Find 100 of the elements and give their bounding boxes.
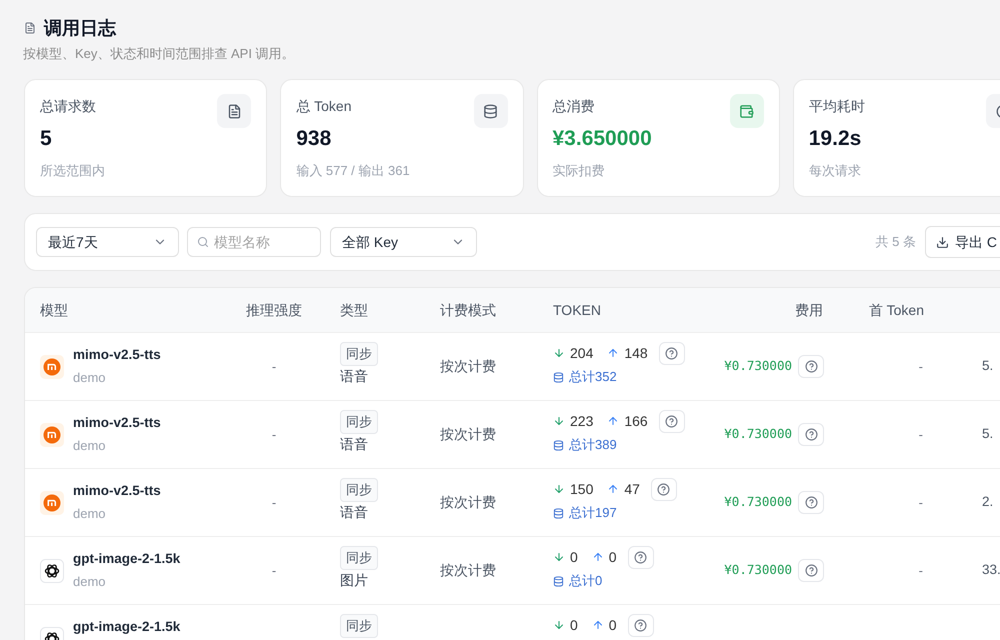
type-text: 图片 xyxy=(340,571,368,590)
mode-badge: 同步 xyxy=(340,478,378,502)
mode-badge: 同步 xyxy=(340,342,378,366)
search-icon xyxy=(197,236,209,248)
input-token-count: 204 xyxy=(570,344,594,362)
billing-mode-text: 按次计费 xyxy=(440,357,496,376)
group-name: demo xyxy=(73,573,107,591)
round-logo-icon xyxy=(40,355,64,379)
arrow-down-icon xyxy=(553,619,565,631)
help-button[interactable] xyxy=(798,491,824,514)
group-name: demo xyxy=(73,505,107,523)
help-icon xyxy=(657,482,670,496)
column-header: 类型 xyxy=(340,300,368,320)
search-field[interactable]: 模型名称 xyxy=(187,227,321,257)
cost-amount: ¥0.730000 xyxy=(724,357,792,376)
arrow-down-icon xyxy=(553,415,565,427)
output-token-count: 0 xyxy=(608,548,617,566)
cost-amount: ¥0.730000 xyxy=(724,493,792,512)
column-header: 费用 xyxy=(795,300,823,320)
database-icon xyxy=(553,440,564,450)
duration-text: 5. xyxy=(982,357,994,376)
help-icon xyxy=(804,360,818,373)
cost-amount: ¥0.730000 xyxy=(724,561,792,580)
effort-text: - xyxy=(272,562,276,580)
range-select[interactable]: 最近7天 xyxy=(36,227,179,257)
help-button[interactable] xyxy=(650,478,677,500)
mode-badge: 同步 xyxy=(340,546,378,570)
stat-note: 实际扣费 xyxy=(552,162,604,180)
effort-text: - xyxy=(272,494,276,512)
help-button[interactable] xyxy=(798,423,824,446)
token-total: 总计197 xyxy=(569,504,617,522)
help-button[interactable] xyxy=(798,355,824,378)
column-header: 首 Token xyxy=(868,300,924,320)
column-header: 计费模式 xyxy=(440,300,496,320)
model-name: mimo-v2.5-tts xyxy=(73,482,161,500)
round-logo-icon xyxy=(40,423,64,447)
input-token-count: 0 xyxy=(570,548,578,566)
type-text: 语音 xyxy=(340,367,368,386)
arrow-down-icon xyxy=(553,347,565,359)
help-button[interactable] xyxy=(628,614,654,636)
help-button[interactable] xyxy=(658,342,685,364)
knot-logo-icon xyxy=(40,559,64,583)
token-total: 总计389 xyxy=(569,436,617,454)
export-button[interactable]: 导出 C xyxy=(925,226,1000,258)
input-token-count: 150 xyxy=(570,480,594,498)
arrow-down-icon xyxy=(553,483,565,495)
stat-value: 938 xyxy=(296,126,332,152)
database-icon xyxy=(553,576,564,586)
model-name: mimo-v2.5-tts xyxy=(73,346,161,364)
duration-text: 5. xyxy=(982,425,994,444)
document-icon xyxy=(24,22,36,34)
document-icon xyxy=(217,94,252,128)
model-name: gpt-image-2-1.5k xyxy=(73,618,180,636)
help-icon xyxy=(804,428,818,441)
round-logo-icon xyxy=(40,491,64,515)
type-text: 语音 xyxy=(340,503,368,522)
page-subtitle: 按模型、Key、状态和时间范围排查 API 调用。 xyxy=(23,45,295,63)
stat-value: 5 xyxy=(40,126,52,152)
first-token-text: - xyxy=(918,358,923,376)
input-token-count: 0 xyxy=(570,616,578,634)
wallet-icon xyxy=(730,94,764,128)
first-token-text: - xyxy=(918,494,923,512)
help-icon xyxy=(665,414,678,428)
mode-badge: 同步 xyxy=(340,410,378,434)
billing-mode-text: 按次计费 xyxy=(440,561,496,580)
mode-badge: 同步 xyxy=(340,614,378,638)
help-button[interactable] xyxy=(628,546,654,568)
group-name: demo xyxy=(73,437,107,455)
help-icon xyxy=(804,496,818,509)
column-header: 推理强度 xyxy=(246,300,302,320)
column-header: 模型 xyxy=(40,300,68,320)
effort-text: - xyxy=(272,426,276,444)
group-name: demo xyxy=(73,369,107,387)
output-token-count: 47 xyxy=(624,480,640,498)
input-token-count: 223 xyxy=(570,412,594,430)
help-button[interactable] xyxy=(658,410,685,432)
arrow-up-icon xyxy=(592,619,604,631)
effort-text: - xyxy=(272,358,276,376)
help-icon xyxy=(665,346,678,360)
token-total: 总计352 xyxy=(569,368,617,386)
stat-value: 19.2s xyxy=(808,126,862,152)
arrow-up-icon xyxy=(607,483,620,495)
model-name: mimo-v2.5-tts xyxy=(73,414,161,432)
first-token-text: - xyxy=(918,426,923,444)
help-button[interactable] xyxy=(798,559,824,582)
billing-mode-text: 按次计费 xyxy=(440,493,496,512)
result-count: 共 5 条 xyxy=(876,233,916,252)
arrow-down-icon xyxy=(553,551,565,563)
download-icon xyxy=(936,236,949,248)
database-icon xyxy=(553,372,564,382)
key-select[interactable]: 全部 Key xyxy=(330,227,477,257)
stat-label: 平均耗时 xyxy=(808,97,865,116)
stat-label: 总 Token xyxy=(296,97,352,116)
column-header: TOKEN xyxy=(553,300,601,320)
stat-note: 输入 577 / 输出 361 xyxy=(296,162,410,180)
output-token-count: 166 xyxy=(624,412,648,430)
stat-value: ¥3.650000 xyxy=(552,126,652,152)
output-token-count: 148 xyxy=(624,344,648,362)
duration-text: 33. xyxy=(982,561,1000,580)
duration-text: 2. xyxy=(982,493,994,512)
